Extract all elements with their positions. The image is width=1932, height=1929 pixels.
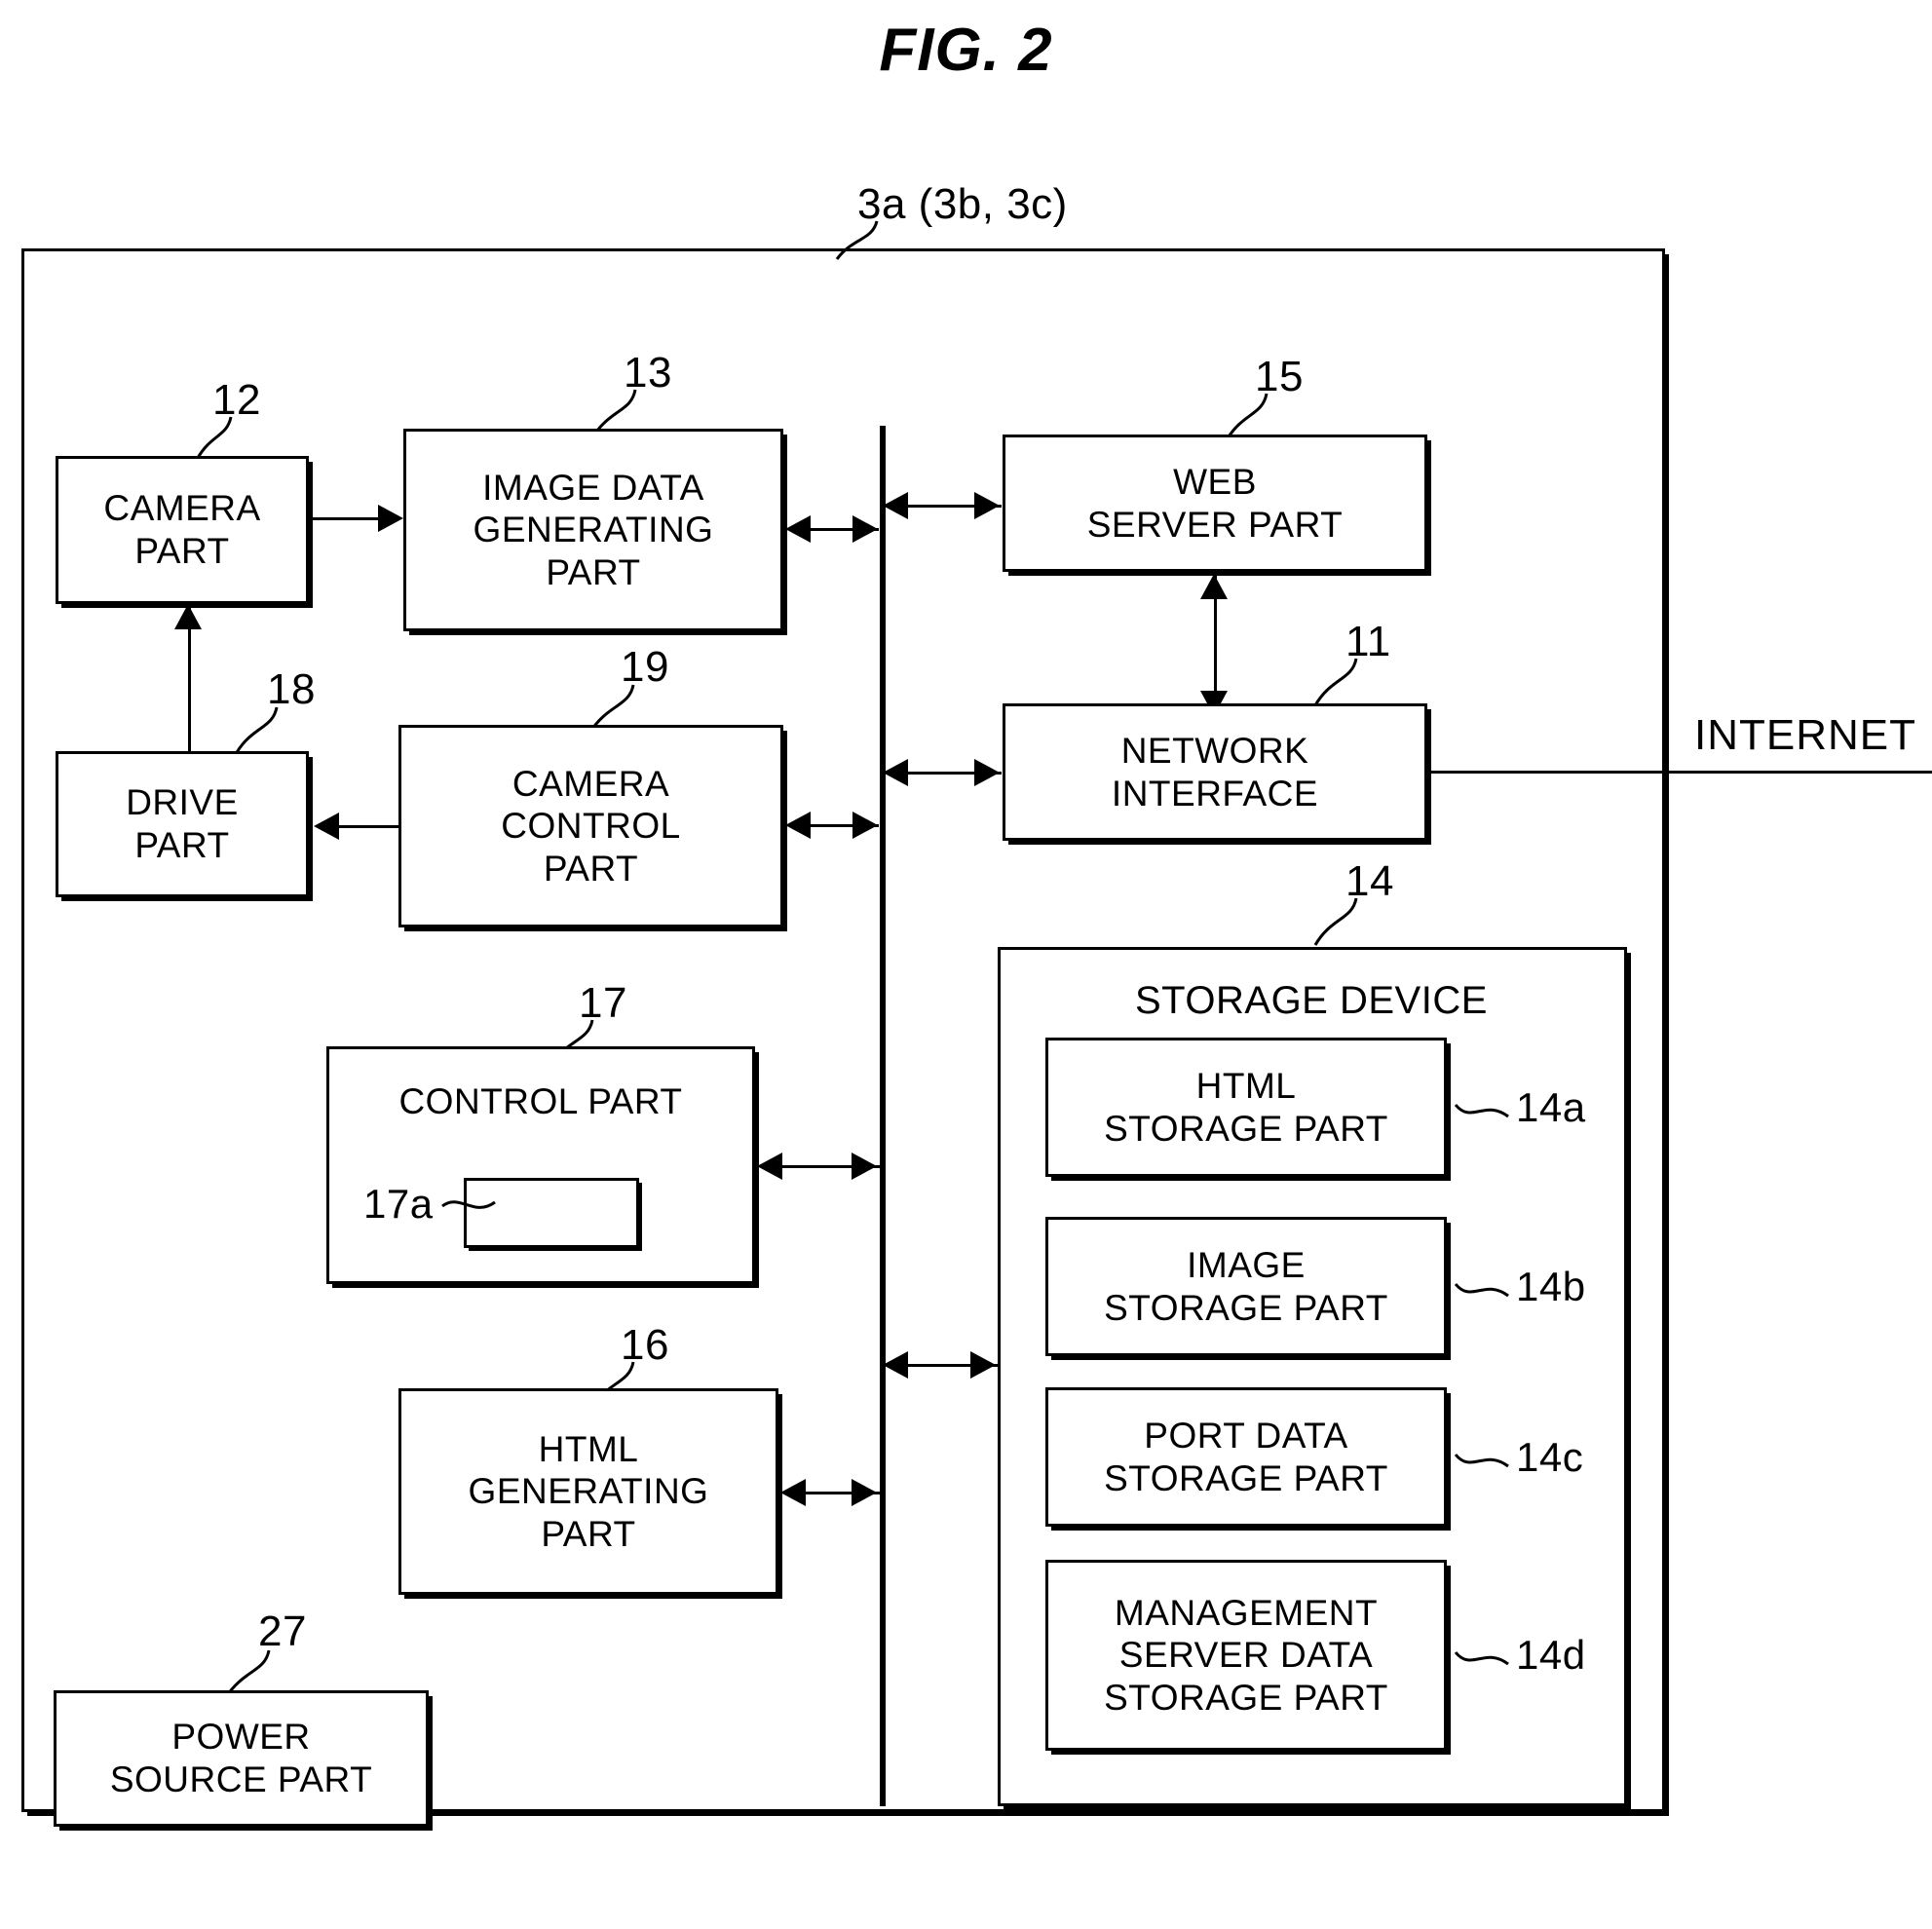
block-management-server-data-storage-part[interactable]: MANAGEMENT SERVER DATA STORAGE PART [1045, 1560, 1447, 1751]
arrowhead-imagegen-right [852, 515, 878, 543]
ref-14d: 14d [1516, 1632, 1586, 1678]
block-html-generating-part[interactable]: HTML GENERATING PART [398, 1388, 778, 1595]
block-web-server-part[interactable]: WEB SERVER PART [1003, 435, 1427, 572]
arrowhead-webserver-right [974, 492, 1000, 519]
block-camera-control-part-label: CAMERA CONTROL PART [501, 763, 681, 889]
arrowhead-webserver-left [883, 492, 908, 519]
arrowhead-networkif-up [1200, 574, 1228, 599]
block-html-generating-part-label: HTML GENERATING PART [468, 1428, 709, 1554]
leader-line-14a [1454, 1103, 1509, 1118]
leader-line-14c [1454, 1453, 1509, 1468]
block-image-storage-part-label: IMAGE STORAGE PART [1104, 1244, 1388, 1328]
block-image-storage-part[interactable]: IMAGE STORAGE PART [1045, 1217, 1447, 1356]
storage-device-title: STORAGE DEVICE [1135, 979, 1488, 1022]
block-html-storage-part-label: HTML STORAGE PART [1104, 1065, 1388, 1149]
leader-line-14d [1454, 1650, 1509, 1666]
block-web-server-part-label: WEB SERVER PART [1086, 461, 1344, 545]
block-drive-part-label: DRIVE PART [126, 782, 239, 865]
internal-bus-line [880, 426, 886, 1806]
arrowhead-htmlgen-right [852, 1479, 877, 1506]
block-power-source-part-label: POWER SOURCE PART [109, 1717, 373, 1799]
block-image-data-generating-part[interactable]: IMAGE DATA GENERATING PART [403, 429, 783, 631]
figure-title: FIG. 2 [879, 17, 1053, 84]
arrowhead-cameracontrol-busright [852, 812, 878, 839]
ref-14c: 14c [1516, 1434, 1584, 1480]
ref-17a: 17a [363, 1181, 434, 1227]
block-camera-part[interactable]: CAMERA PART [56, 456, 309, 604]
block-network-interface[interactable]: NETWORK INTERFACE [1003, 703, 1427, 841]
block-camera-control-part[interactable]: CAMERA CONTROL PART [398, 725, 783, 927]
connector-camera-to-imagegen [312, 517, 382, 520]
block-control-part[interactable]: CONTROL PART [326, 1046, 755, 1284]
block-port-data-storage-part[interactable]: PORT DATA STORAGE PART [1045, 1387, 1447, 1527]
leader-line-14b [1454, 1282, 1509, 1298]
figure-canvas: FIG. 2 3a (3b, 3c) 12 CAMERA PART 13 IMA… [0, 0, 1932, 1929]
arrowhead-imagegen-left [785, 515, 811, 543]
block-power-source-part[interactable]: POWER SOURCE PART [54, 1690, 429, 1827]
block-html-storage-part[interactable]: HTML STORAGE PART [1045, 1038, 1447, 1177]
arrowhead-camera-to-imagegen [378, 505, 403, 532]
arrowhead-cameracontrol-to-drive [314, 813, 339, 840]
arrowhead-controlpart-left [757, 1153, 782, 1180]
block-drive-part[interactable]: DRIVE PART [56, 751, 309, 897]
internet-label: INTERNET [1694, 711, 1916, 759]
ref-14b: 14b [1516, 1264, 1586, 1309]
leader-line-17a [441, 1200, 496, 1209]
arrowhead-drive-to-camera [174, 604, 202, 629]
leader-line-14 [1313, 897, 1358, 946]
ref-14a: 14a [1516, 1084, 1586, 1130]
block-management-server-data-storage-part-label: MANAGEMENT SERVER DATA STORAGE PART [1104, 1592, 1388, 1718]
block-control-part-label: CONTROL PART [398, 1081, 683, 1121]
block-camera-part-label: CAMERA PART [103, 488, 261, 571]
arrowhead-storage-right [970, 1351, 996, 1379]
arrowhead-cameracontrol-busleft [785, 812, 811, 839]
arrowhead-storage-left [883, 1351, 908, 1379]
internet-line [1427, 771, 1932, 774]
block-image-data-generating-part-label: IMAGE DATA GENERATING PART [473, 467, 714, 592]
arrowhead-htmlgen-left [780, 1479, 806, 1506]
arrowhead-networkif-busright [974, 759, 1000, 786]
block-network-interface-label: NETWORK INTERFACE [1111, 730, 1319, 813]
arrowhead-controlpart-right [852, 1153, 877, 1180]
block-port-data-storage-part-label: PORT DATA STORAGE PART [1104, 1415, 1388, 1498]
arrowhead-networkif-busleft [883, 759, 908, 786]
